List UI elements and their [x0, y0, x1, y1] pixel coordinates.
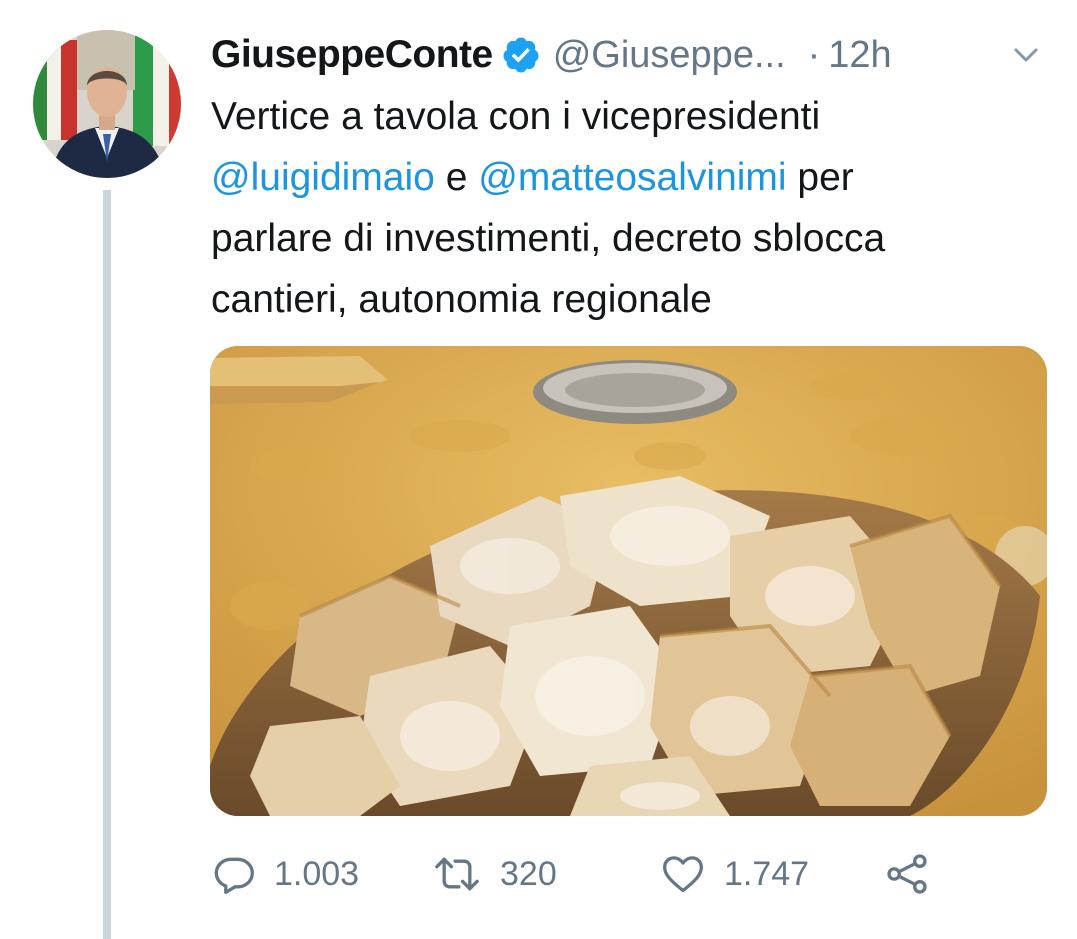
tweet-text-line: parlare di investimenti, decreto sblocca: [211, 217, 886, 260]
thread-line: [103, 190, 111, 939]
heart-icon: [660, 852, 706, 896]
handle[interactable]: @Giuseppe...: [553, 34, 786, 77]
like-button[interactable]: 1.747: [660, 848, 809, 900]
tweet-header: GiuseppeConte @Giuseppe... · 12h: [211, 30, 1061, 80]
avatar[interactable]: [33, 30, 181, 178]
text-fragment: per: [786, 156, 854, 199]
tweet-text-line: cantieri, autonomia regionale: [211, 278, 712, 321]
timestamp[interactable]: 12h: [828, 34, 891, 77]
mention-link[interactable]: @matteosalvinimi: [478, 156, 786, 199]
chevron-down-icon[interactable]: [1011, 40, 1041, 70]
share-icon: [884, 852, 930, 896]
photo-food: [210, 346, 1047, 816]
separator-dot: ·: [807, 33, 821, 76]
like-count: 1.747: [724, 854, 810, 893]
share-button[interactable]: [884, 848, 930, 900]
reply-button[interactable]: 1.003: [212, 848, 359, 900]
tweet-text: Vertice a tavola con i vicepresidenti @l…: [211, 86, 1056, 330]
verified-badge-icon: [501, 35, 541, 75]
tweet-text-line: Vertice a tavola con i vicepresidenti: [211, 95, 821, 138]
text-fragment: e: [434, 156, 479, 199]
tweet-photo[interactable]: [210, 346, 1047, 816]
retweet-count: 320: [500, 854, 557, 893]
retweet-button[interactable]: 320: [432, 848, 557, 900]
retweet-icon: [432, 852, 482, 896]
profile-photo: [33, 30, 181, 178]
reply-icon: [212, 852, 256, 896]
reply-count: 1.003: [274, 854, 360, 893]
mention-link[interactable]: @luigidimaio: [211, 156, 435, 199]
action-bar: 1.003 320 1.747: [212, 848, 1012, 900]
display-name[interactable]: GiuseppeConte: [211, 33, 493, 77]
tweet-text-line: @luigidimaio e @matteosalvinimi per: [211, 147, 1056, 208]
